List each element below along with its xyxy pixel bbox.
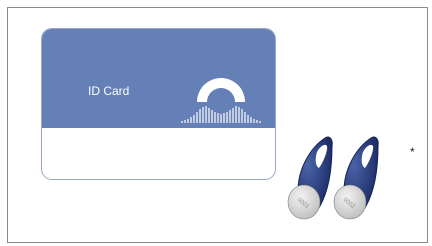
key-fob-1: 0001 (287, 136, 333, 220)
footnote-marker: * (410, 145, 415, 159)
id-card-label: ID Card (88, 84, 130, 98)
id-card: ID Card (41, 28, 276, 180)
id-card-logo-icon (181, 78, 261, 123)
key-fobs: 0001 0002 (287, 136, 379, 220)
key-fob-2: 0002 (333, 136, 379, 220)
figure-frame: ID Card 0001 0002 * (7, 7, 428, 243)
